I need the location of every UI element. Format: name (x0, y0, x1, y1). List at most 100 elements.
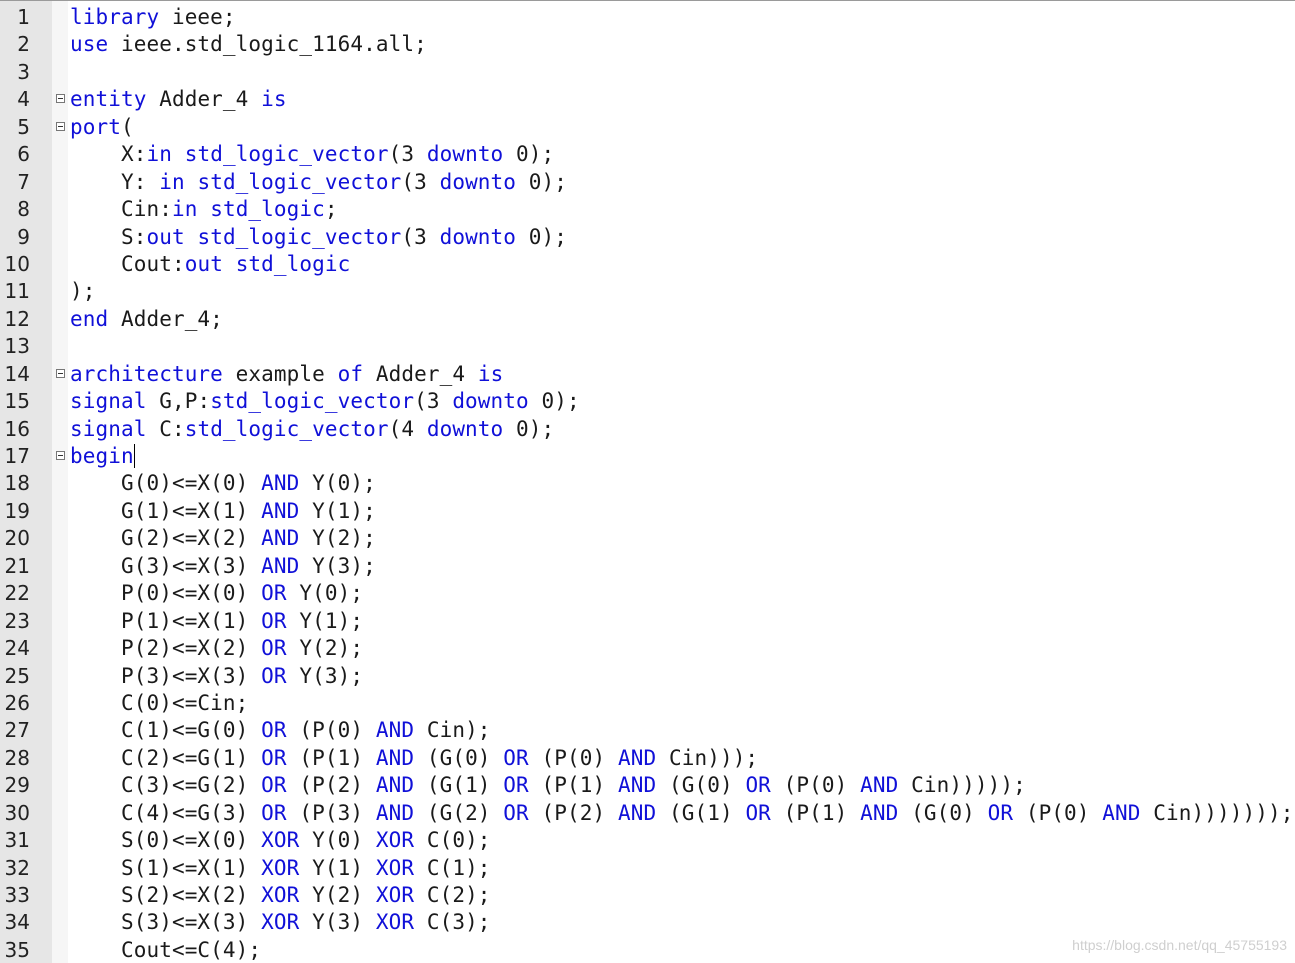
line-number: 5 (17, 114, 30, 139)
code-editor[interactable]: 1 library ieee; 2 use ieee.std_logic_1164.a… (0, 0, 1295, 963)
code-line[interactable]: 29 C(3)<=G(2) OR (P(2) AND (G(1) OR (P(1… (0, 771, 1295, 798)
text-token: (G(0) (656, 773, 746, 798)
text-token: P(1)<=X(1) (70, 608, 262, 633)
code-line[interactable]: 4 entity Adder_4 is (0, 85, 1295, 112)
code-line[interactable]: 27 C(1)<=G(0) OR (P(0) AND Cin); (0, 716, 1295, 743)
keyword-token: AND (860, 800, 899, 825)
code-line[interactable]: 24 P(2)<=X(2) OR Y(2); (0, 634, 1295, 661)
line-number: 17 (4, 444, 30, 468)
keyword-token: OR (503, 745, 529, 770)
code-line[interactable]: 28 C(2)<=G(1) OR (P(1) AND (G(0) OR (P(0… (0, 744, 1295, 771)
code-line[interactable]: 30 C(4)<=G(3) OR (P(3) AND (G(2) OR (P(2… (0, 799, 1295, 826)
keyword-token: XOR (375, 883, 415, 907)
code-line[interactable]: 9 S:out std_logic_vector(3 downto 0); (0, 223, 1295, 250)
code-line[interactable]: 34 S(3)<=X(3) XOR Y(3) XOR C(3); (0, 908, 1295, 935)
code-text: begin (70, 444, 135, 468)
code-line[interactable]: 31 S(0)<=X(0) XOR Y(0) XOR C(0); (0, 826, 1295, 853)
code-line[interactable]: 22 P(0)<=X(0) OR Y(0); (0, 579, 1295, 606)
keyword-token: port (70, 114, 121, 139)
keyword-token: std_logic_vector (197, 169, 402, 194)
code-text: C(0)<=Cin; (70, 691, 248, 715)
text-token: C(2); (414, 883, 491, 907)
line-number: 35 (4, 937, 30, 962)
code-line[interactable]: 33 S(2)<=X(2) XOR Y(2) XOR C(2); (0, 881, 1295, 908)
keyword-token: AND (375, 800, 415, 825)
code-line[interactable]: 10 Cout:out std_logic (0, 250, 1295, 277)
code-line[interactable]: 1 library ieee; (0, 3, 1295, 30)
line-number: 27 (4, 718, 30, 743)
text-token: (3 (401, 224, 440, 249)
code-line[interactable]: 23 P(1)<=X(1) OR Y(1); (0, 607, 1295, 634)
code-text: architecture example of Adder_4 is (70, 362, 503, 386)
code-line[interactable]: 20 G(2)<=X(2) AND Y(2); (0, 524, 1295, 551)
text-token: P(3)<=X(3) (70, 663, 262, 688)
code-line[interactable]: 7 Y: in std_logic_vector(3 downto 0); (0, 168, 1295, 195)
keyword-token: downto (426, 416, 504, 441)
text-token: Cin: (70, 197, 172, 222)
text-token: Y(3) (299, 910, 376, 935)
text-token: C(3)<=G(2) (70, 773, 262, 798)
text-token: C(1); (414, 855, 491, 880)
line-number: 32 (4, 855, 30, 880)
code-line[interactable]: 16 signal C:std_logic_vector(4 downto 0); (0, 415, 1295, 442)
code-text: P(2)<=X(2) OR Y(2); (70, 636, 363, 660)
code-line[interactable]: 19 G(1)<=X(1) AND Y(1); (0, 497, 1295, 524)
line-number: 10 (4, 251, 30, 276)
code-line[interactable]: 26 C(0)<=Cin; (0, 689, 1295, 716)
line-number: 26 (4, 690, 30, 715)
line-number: 8 (17, 197, 30, 222)
code-line[interactable]: 15 signal G,P:std_logic_vector(3 downto 0… (0, 387, 1295, 414)
code-text: G(3)<=X(3) AND Y(3); (70, 554, 376, 578)
text-token: C(0); (414, 828, 491, 853)
code-line[interactable]: 32 S(1)<=X(1) XOR Y(1) XOR C(1); (0, 854, 1295, 881)
text-token: (G(0) (898, 800, 988, 825)
text-token: Y(2); (299, 526, 376, 551)
code-line[interactable]: 3 (0, 58, 1295, 85)
code-text: Cin:in std_logic; (70, 197, 338, 221)
text-token: 0); (516, 224, 568, 249)
keyword-token: std_logic_vector (210, 389, 415, 414)
code-line[interactable]: 25 P(3)<=X(3) OR Y(3); (0, 662, 1295, 689)
code-line[interactable]: 2 use ieee.std_logic_1164.all; (0, 30, 1295, 57)
keyword-token: XOR (375, 855, 415, 880)
code-text: use ieee.std_logic_1164.all; (70, 32, 427, 56)
keyword-token: use (70, 32, 109, 57)
text-token: S: (70, 224, 147, 249)
line-number: 15 (4, 389, 30, 414)
text-token: G(3)<=X(3) (70, 553, 262, 578)
code-line[interactable]: 21 G(3)<=X(3) AND Y(3); (0, 552, 1295, 579)
keyword-token: AND (261, 498, 300, 523)
text-token: X: (70, 142, 147, 167)
text-token: C(0)<=Cin; (70, 690, 249, 715)
keyword-token: AND (860, 773, 899, 798)
code-line[interactable]: 17 begin (0, 442, 1295, 469)
fold-toggle-icon[interactable] (56, 451, 65, 460)
text-token: (P(2) (528, 800, 618, 825)
text-token: Cout: (70, 251, 185, 276)
text-token: C(4)<=G(3) (70, 800, 262, 825)
code-line[interactable]: 5 port( (0, 113, 1295, 140)
text-token: G(0)<=X(0) (70, 471, 262, 496)
text-token: 0); (503, 142, 555, 167)
text-token: (3 (414, 389, 453, 414)
fold-toggle-icon[interactable] (56, 94, 65, 104)
text-token: (P(0) (528, 745, 618, 770)
code-line[interactable]: 13 (0, 332, 1295, 359)
code-line[interactable]: 14 architecture example of Adder_4 is (0, 360, 1295, 387)
code-line[interactable]: 8 Cin:in std_logic; (0, 195, 1295, 222)
keyword-token: std_logic (235, 251, 351, 276)
code-line[interactable]: 12 end Adder_4; (0, 305, 1295, 332)
fold-toggle-icon[interactable] (56, 368, 65, 378)
line-number: 6 (17, 142, 30, 167)
code-line[interactable]: 18 G(0)<=X(0) AND Y(0); (0, 469, 1295, 496)
text-token: Y(2); (286, 636, 364, 661)
fold-toggle-icon[interactable] (56, 121, 65, 131)
code-text: G(1)<=X(1) AND Y(1); (70, 499, 376, 523)
keyword-token: AND (1102, 800, 1141, 825)
code-line[interactable]: 11); (0, 277, 1295, 304)
line-number: 28 (4, 745, 30, 770)
keyword-token: in (171, 197, 198, 222)
keyword-token: OR (261, 745, 287, 770)
code-line[interactable]: 6 X:in std_logic_vector(3 downto 0); (0, 140, 1295, 167)
